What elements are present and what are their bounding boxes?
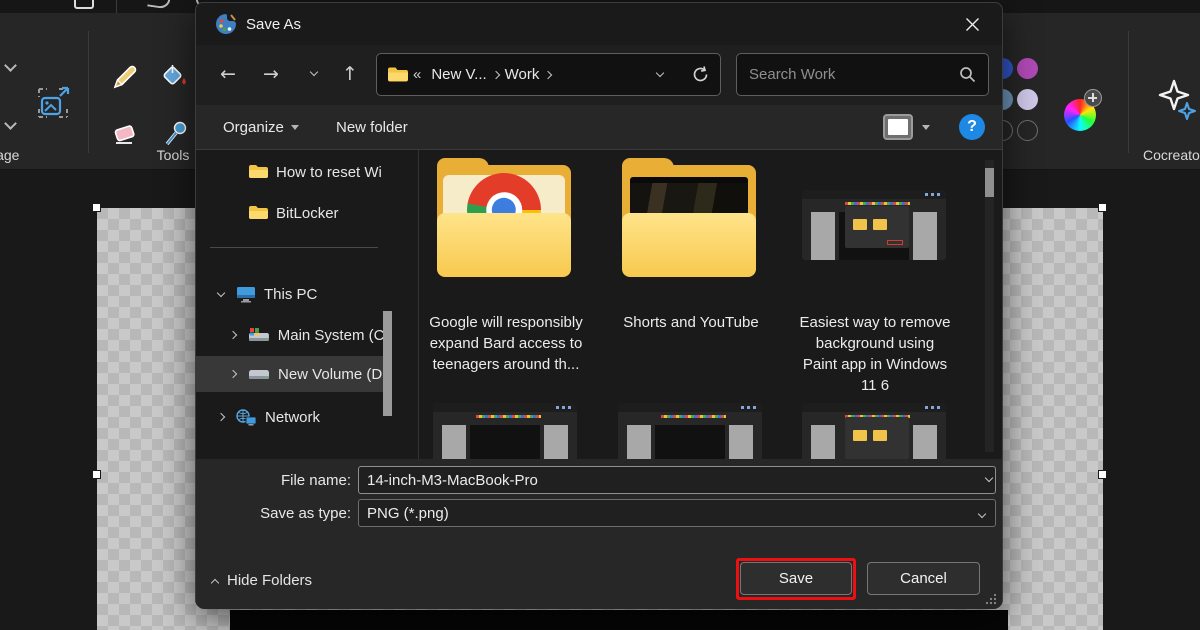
cancel-button[interactable]: Cancel (867, 562, 980, 595)
save-as-type-label: Save as type: (196, 505, 351, 522)
ribbon-divider (1128, 31, 1129, 153)
file-name-label: File name: (196, 472, 351, 489)
chevron-down-icon[interactable] (4, 117, 17, 130)
file-item-google-folder[interactable] (431, 165, 581, 277)
help-icon[interactable]: ? (959, 114, 985, 140)
toolbar-divider (116, 0, 117, 13)
chevron-right-icon[interactable] (229, 331, 237, 339)
color-swatch-magenta[interactable] (1017, 58, 1038, 79)
dialog-title: Save As (246, 16, 301, 33)
system-drive-icon (248, 328, 270, 343)
cocreator-label: Cocreator (1143, 147, 1200, 163)
pane-divider (418, 150, 419, 459)
monitor-icon (236, 286, 256, 303)
color-swatch-empty[interactable] (1017, 120, 1038, 141)
dialog-bottom-panel: File name: Save as type: PNG (*.png) Hid… (196, 459, 1002, 609)
file-name-input[interactable] (358, 466, 996, 494)
paint-app-icon (214, 12, 238, 36)
file-label[interactable]: Shorts and YouTube (613, 312, 769, 333)
save-icon[interactable] (74, 0, 94, 9)
sidebar-item-network[interactable]: Network (196, 403, 384, 431)
selection-handle[interactable] (92, 470, 101, 479)
file-item-video-thumbnail[interactable] (802, 190, 946, 260)
new-folder-button[interactable]: New folder (326, 105, 418, 150)
chevron-up-icon (211, 578, 219, 586)
sidebar-item-main-system[interactable]: Main System (C (196, 321, 384, 349)
save-button[interactable]: Save (740, 562, 852, 595)
file-item-shorts-folder[interactable] (616, 165, 766, 277)
folder-icon (248, 164, 268, 180)
change-view-button[interactable] (883, 114, 913, 140)
chevron-right-icon (544, 70, 552, 78)
ribbon-divider (88, 31, 89, 153)
dialog-titlebar: Save As (196, 3, 1002, 45)
folder-icon (248, 205, 268, 221)
chevron-right-icon[interactable] (217, 413, 225, 421)
sidebar-item-new-volume[interactable]: New Volume (D (196, 356, 384, 392)
image-group-label: Image (0, 147, 30, 163)
view-dropdown-caret-icon[interactable] (922, 125, 930, 130)
back-button[interactable]: ← (213, 60, 243, 88)
network-icon (236, 409, 257, 426)
save-as-dialog: Save As ← → ↑ « New V... Work (195, 2, 1003, 608)
chevron-down-icon[interactable] (217, 288, 225, 296)
add-color-icon[interactable] (1084, 89, 1102, 107)
forward-button[interactable]: → (256, 60, 286, 88)
selection-handle[interactable] (1098, 470, 1107, 479)
cocreator-icon[interactable] (1158, 79, 1200, 127)
undo-icon[interactable] (147, 0, 171, 9)
breadcrumb-item[interactable]: New V... (425, 66, 492, 83)
files-scrollbar-thumb[interactable] (985, 168, 994, 197)
filetype-dropdown-chevron-icon (978, 510, 986, 518)
sidebar-divider (210, 247, 378, 248)
file-browser: How to reset Wi BitLocker This PC (196, 150, 1002, 459)
sidebar-item-bitlocker[interactable]: BitLocker (196, 199, 384, 227)
file-item-thumbnail[interactable] (433, 403, 577, 459)
file-item-thumbnail[interactable] (618, 403, 762, 459)
fill-tool-icon[interactable] (160, 63, 190, 91)
file-label[interactable]: Google will responsibly expand Bard acce… (428, 312, 584, 375)
folder-icon (387, 66, 409, 83)
breadcrumb-overflow[interactable]: « (409, 66, 425, 83)
resize-image-icon[interactable] (33, 83, 73, 123)
selection-handle[interactable] (1098, 203, 1107, 212)
file-label[interactable]: Easiest way to remove background using P… (797, 312, 953, 396)
pencil-tool-icon[interactable] (111, 63, 139, 91)
resize-grip-icon[interactable] (985, 593, 997, 605)
eraser-tool-icon[interactable] (110, 121, 140, 149)
search-box[interactable] (736, 53, 989, 96)
sidebar-item-how-to-reset[interactable]: How to reset Wi (196, 158, 384, 186)
canvas-image-content (230, 610, 1008, 630)
selection-handle[interactable] (92, 203, 101, 212)
close-icon[interactable] (956, 10, 988, 38)
drive-icon (248, 367, 270, 382)
chevron-right-icon[interactable] (229, 370, 237, 378)
file-item-thumbnail[interactable] (802, 403, 946, 459)
address-dropdown-chevron-icon[interactable] (656, 69, 664, 77)
color-swatch-lavender[interactable] (1017, 89, 1038, 110)
recent-locations-chevron-icon[interactable] (299, 60, 329, 88)
save-as-type-select[interactable]: PNG (*.png) (358, 499, 996, 527)
search-icon[interactable] (959, 66, 976, 83)
refresh-icon[interactable] (691, 65, 710, 84)
dialog-toolbar: Organize New folder ? (196, 105, 1002, 150)
address-bar[interactable]: « New V... Work (376, 53, 721, 96)
up-button[interactable]: ↑ (335, 60, 365, 88)
sidebar-item-this-pc[interactable]: This PC (196, 280, 384, 308)
organize-button[interactable]: Organize (213, 105, 309, 150)
files-scrollbar-track[interactable] (985, 160, 994, 452)
chevron-down-icon[interactable] (4, 59, 17, 72)
breadcrumb-item[interactable]: Work (499, 66, 546, 83)
eyedropper-tool-icon[interactable] (162, 119, 190, 149)
hide-folders-button[interactable]: Hide Folders (212, 572, 312, 589)
sidebar-scrollbar[interactable] (383, 311, 392, 416)
search-input[interactable] (749, 66, 959, 83)
